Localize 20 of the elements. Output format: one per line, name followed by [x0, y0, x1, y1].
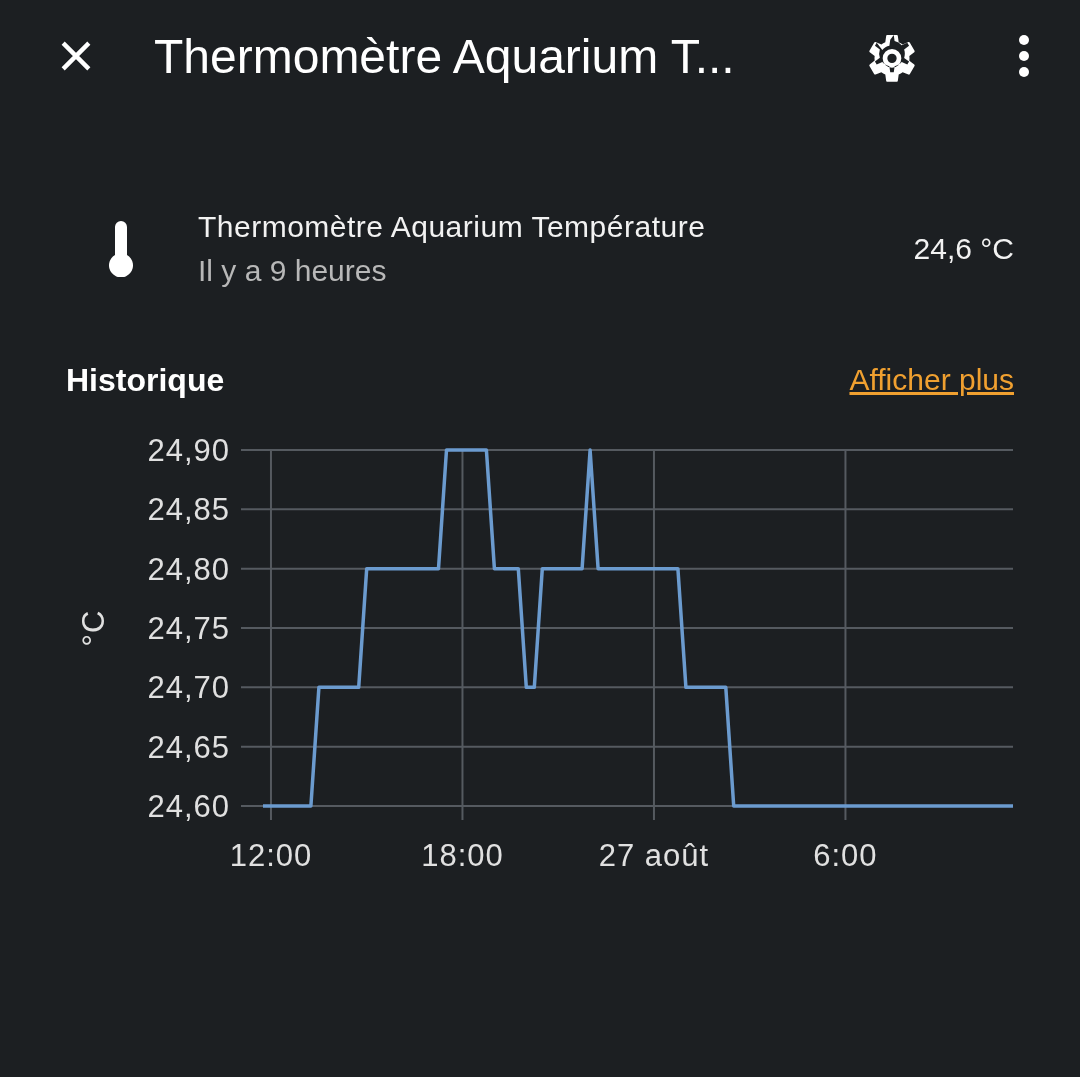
y-tick-label: 24,60	[147, 789, 230, 824]
x-tick-label: 6:00	[813, 838, 878, 873]
x-tick-label: 18:00	[421, 838, 504, 873]
dialog-title: Thermomètre Aquarium T...	[154, 28, 736, 84]
show-more-link[interactable]: Afficher plus	[849, 363, 1014, 397]
entity-state: 24,6 °C	[913, 232, 1014, 266]
y-tick-label: 24,90	[147, 433, 230, 468]
y-tick-label: 24,75	[147, 611, 230, 646]
y-tick-label: 24,70	[147, 670, 230, 706]
section-title: Historique	[66, 361, 225, 399]
y-tick-label: 24,65	[147, 729, 230, 765]
y-axis-label: °C	[76, 609, 111, 647]
last-changed-text: Il y a 9 heures	[198, 254, 388, 288]
y-tick-label: 24,85	[147, 492, 230, 528]
y-tick-label: 24,80	[147, 551, 230, 587]
entity-name: Thermomètre Aquarium Température	[198, 210, 707, 244]
x-tick-label: 27 août	[598, 838, 710, 873]
thermometer-icon	[106, 221, 136, 277]
more-options-icon[interactable]	[1016, 32, 1032, 80]
x-tick-label: 12:00	[229, 838, 313, 873]
